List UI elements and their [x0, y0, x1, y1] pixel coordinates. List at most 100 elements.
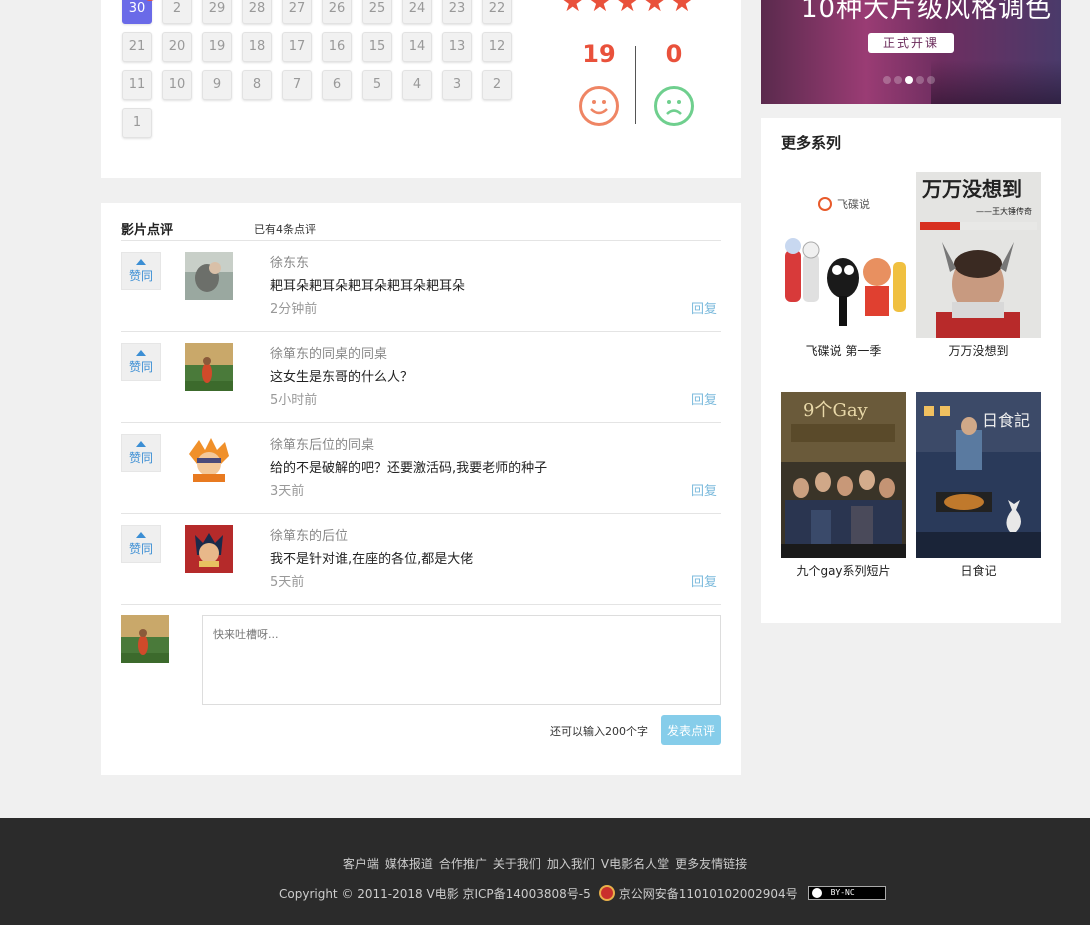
- episode-button[interactable]: 2: [482, 70, 512, 100]
- comment-input[interactable]: [202, 615, 721, 705]
- episode-button[interactable]: 1: [122, 108, 152, 138]
- police-badge-icon: [598, 885, 615, 901]
- episode-button[interactable]: 7: [282, 70, 312, 100]
- episode-button[interactable]: 12: [482, 32, 512, 62]
- poster-image: 日食記: [916, 392, 1041, 558]
- submit-comment-button[interactable]: 发表点评: [661, 715, 721, 745]
- poster-image: 万万没想到 ——王大锤传奇: [916, 172, 1041, 338]
- episode-button[interactable]: 3: [442, 70, 472, 100]
- comments-header: 影片点评 已有4条点评: [121, 219, 721, 241]
- footer-link[interactable]: 合作推广: [439, 857, 487, 871]
- footer-link[interactable]: 客户端: [343, 857, 379, 871]
- episode-button[interactable]: 11: [122, 70, 152, 100]
- episode-button[interactable]: 14: [402, 32, 432, 62]
- sad-face-icon[interactable]: [654, 86, 694, 126]
- like-button[interactable]: 赞同: [121, 525, 161, 563]
- footer-link[interactable]: 关于我们: [493, 857, 541, 871]
- like-label: 赞同: [128, 542, 153, 556]
- carousel-dot[interactable]: [883, 76, 891, 84]
- episode-button[interactable]: 24: [402, 0, 432, 24]
- episode-button[interactable]: 10: [162, 70, 192, 100]
- episode-button[interactable]: 8: [242, 70, 272, 100]
- carousel-dot-active[interactable]: [905, 76, 913, 84]
- episode-button[interactable]: 26: [322, 0, 352, 24]
- reply-button[interactable]: 回复: [691, 389, 717, 408]
- carousel-dots: [883, 73, 938, 88]
- footer-link[interactable]: 更多友情链接: [675, 857, 747, 871]
- episode-button[interactable]: 17: [282, 32, 312, 62]
- like-button[interactable]: 赞同: [121, 343, 161, 381]
- episode-button[interactable]: 21: [122, 32, 152, 62]
- comment-user[interactable]: 徐箪东的后位: [270, 525, 348, 544]
- smile-icon[interactable]: [579, 86, 619, 126]
- comment-item: 赞同 徐箪东的同桌的同桌 这女生是东哥的什么人？ 5小时前 回复: [121, 332, 721, 423]
- like-button[interactable]: 赞同: [121, 252, 161, 290]
- series-label[interactable]: 万万没想到: [916, 342, 1041, 359]
- episode-button[interactable]: 18: [242, 32, 272, 62]
- comment-user[interactable]: 徐箪东的同桌的同桌: [270, 343, 387, 362]
- episode-button[interactable]: 27: [282, 0, 312, 24]
- episode-button[interactable]: 30: [122, 0, 157, 24]
- episode-button[interactable]: 19: [202, 32, 232, 62]
- carousel-dot[interactable]: [927, 76, 935, 84]
- poster-title: 飞碟说: [837, 197, 870, 211]
- comment-item: 赞同 徐箪东后位的同桌 给的不是破解的吧？还要激活码,我要老师的种子 3天前 回…: [121, 423, 721, 514]
- footer-link[interactable]: 加入我们: [547, 857, 595, 871]
- episode-button[interactable]: 16: [322, 32, 352, 62]
- episode-button[interactable]: 25: [362, 0, 392, 24]
- episode-button[interactable]: 6: [322, 70, 352, 100]
- reply-button[interactable]: 回复: [691, 571, 717, 590]
- series-title: 更多系列: [781, 134, 842, 152]
- like-label: 赞同: [128, 451, 153, 465]
- avatar[interactable]: [185, 434, 233, 482]
- series-label[interactable]: 飞碟说 第一季: [781, 342, 906, 359]
- episode-button[interactable]: 2: [162, 0, 192, 24]
- carousel-dot[interactable]: [894, 76, 902, 84]
- reply-button[interactable]: 回复: [691, 480, 717, 499]
- promo-banner[interactable]: 10种大片级风格调色 正式开课: [761, 0, 1061, 104]
- rating-stars[interactable]: ★★★★★: [561, 0, 698, 18]
- episode-button[interactable]: 13: [442, 32, 472, 62]
- series-label[interactable]: 九个gay系列短片: [781, 562, 906, 579]
- avatar[interactable]: [185, 343, 233, 391]
- comment-item: 赞同 徐东东 耙耳朵耙耳朵耙耳朵耙耳朵耙耳朵 2分钟前 回复: [121, 241, 721, 332]
- series-item[interactable]: 日食記 日食记: [916, 392, 1041, 579]
- episode-button[interactable]: 23: [442, 0, 472, 24]
- comments-count: 已有4条点评: [254, 223, 316, 236]
- reply-button[interactable]: 回复: [691, 298, 717, 317]
- episode-button[interactable]: 15: [362, 32, 392, 62]
- comment-user[interactable]: 徐箪东后位的同桌: [270, 434, 374, 453]
- like-label: 赞同: [128, 360, 153, 374]
- comment-user[interactable]: 徐东东: [270, 252, 309, 271]
- episode-button[interactable]: 29: [202, 0, 232, 24]
- series-item[interactable]: 飞碟说 飞碟说 第一季: [781, 192, 906, 359]
- carousel-dot[interactable]: [916, 76, 924, 84]
- like-button[interactable]: 赞同: [121, 434, 161, 472]
- avatar[interactable]: [185, 525, 233, 573]
- current-user-avatar[interactable]: [121, 615, 169, 663]
- episode-button[interactable]: 9: [202, 70, 232, 100]
- comment-item: 赞同 徐箪东的后位 我不是针对谁,在座的各位,都是大佬 5天前 回复: [121, 514, 721, 605]
- footer-link[interactable]: 媒体报道: [385, 857, 433, 871]
- episode-button[interactable]: 4: [402, 70, 432, 100]
- police-record[interactable]: 京公网安备11010102002904号: [619, 887, 798, 901]
- creative-commons-icon[interactable]: BY-NC: [807, 886, 886, 900]
- episode-button[interactable]: 22: [482, 0, 512, 24]
- up-arrow-icon: [136, 441, 146, 447]
- episode-button[interactable]: 20: [162, 32, 192, 62]
- avatar[interactable]: [185, 252, 233, 300]
- series-item[interactable]: 万万没想到 ——王大锤传奇 万万没想到: [916, 172, 1041, 359]
- banner-button[interactable]: 正式开课: [868, 33, 954, 53]
- poster-title: 日食記: [982, 411, 1030, 430]
- comment-time: 5天前: [270, 575, 305, 590]
- episode-button[interactable]: 28: [242, 0, 272, 24]
- comment-text: 这女生是东哥的什么人？: [270, 370, 414, 385]
- series-label[interactable]: 日食记: [916, 562, 1041, 579]
- comment-time: 5小时前: [270, 393, 318, 408]
- episode-button[interactable]: 5: [362, 70, 392, 100]
- poster-title: 9个Gay: [803, 400, 869, 421]
- poster-image: 飞碟说: [781, 192, 906, 338]
- footer-link[interactable]: V电影名人堂: [601, 857, 669, 871]
- series-item[interactable]: 9个Gay 九个gay系列短片: [781, 392, 906, 579]
- good-vote-count: 19: [582, 40, 616, 68]
